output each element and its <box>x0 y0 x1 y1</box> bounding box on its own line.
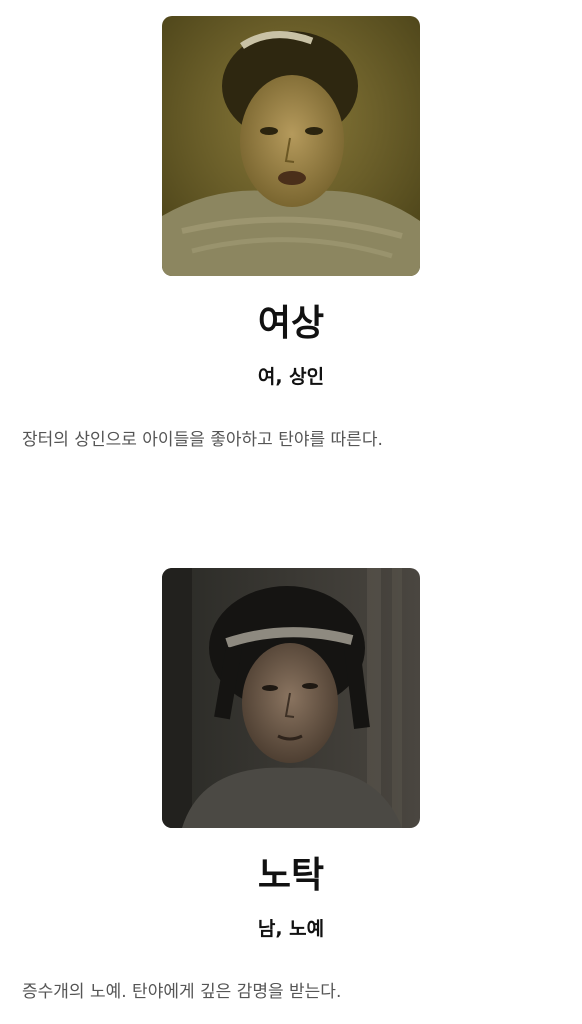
character-name: 노탁 <box>257 855 325 896</box>
character-name: 여상 <box>257 303 325 344</box>
portrait-woman-merchant-icon <box>162 16 420 276</box>
character-portrait-image[interactable] <box>162 568 420 828</box>
character-description: 장터의 상인으로 아이들을 좋아하고 탄야를 따른다. <box>22 430 383 450</box>
character-role: 남, 노예 <box>257 918 325 940</box>
character-portrait-image[interactable] <box>162 16 420 276</box>
character-role: 여, 상인 <box>257 366 325 388</box>
portrait-boy-slave-icon <box>162 568 420 828</box>
character-description: 증수개의 노예. 탄야에게 깊은 감명을 받는다. <box>22 982 342 1002</box>
